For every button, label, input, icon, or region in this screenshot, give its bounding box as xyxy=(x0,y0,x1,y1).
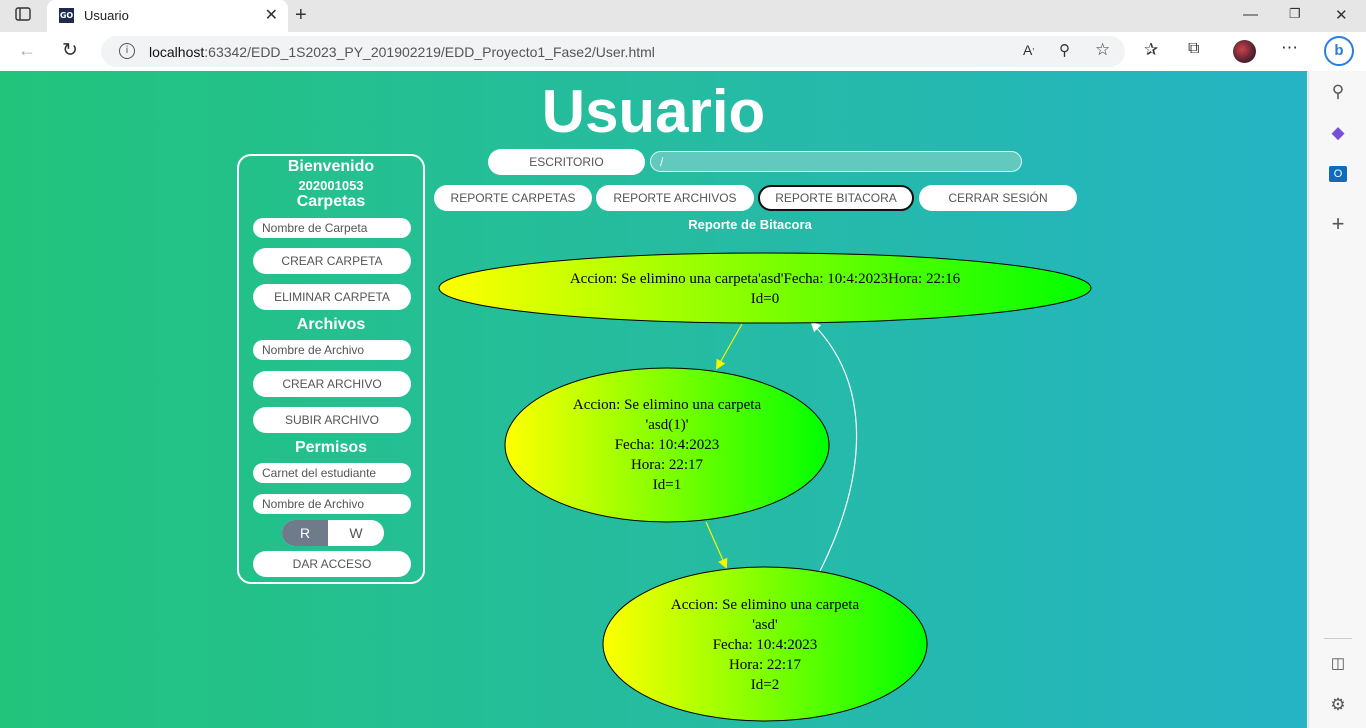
tab-favicon: GO xyxy=(59,8,74,23)
log-node-1: Accion: Se elimino una carpeta 'asd(1)' … xyxy=(504,367,830,523)
tab-actions-icon[interactable] xyxy=(14,7,32,23)
read-aloud-icon[interactable]: Aʼ xyxy=(1023,42,1034,58)
minimize-icon[interactable]: — xyxy=(1243,6,1258,23)
refresh-icon[interactable]: ↻ xyxy=(62,39,78,62)
node-1-line-4: Id=1 xyxy=(653,477,681,493)
search-icon[interactable]: ⚲ xyxy=(1327,82,1349,104)
node-1-line-1: 'asd(1)' xyxy=(646,417,689,433)
browser-tab[interactable]: GO Usuario ✕ xyxy=(47,0,288,32)
url-host: localhost xyxy=(149,44,205,60)
url-path: :63342/EDD_1S2023_PY_201902219/EDD_Proye… xyxy=(204,44,655,60)
page-content: Usuario Bienvenido 202001053 Carpetas No… xyxy=(0,71,1307,728)
settings-icon[interactable]: ⚙ xyxy=(1327,695,1349,717)
sidebar-divider xyxy=(1324,638,1352,639)
log-node-2: Accion: Se elimino una carpeta 'asd' Fec… xyxy=(602,566,928,722)
add-icon[interactable]: + xyxy=(1327,211,1349,236)
node-2-line-4: Id=2 xyxy=(751,677,779,693)
office-icon[interactable]: ◆ xyxy=(1327,123,1349,145)
restore-icon[interactable]: ❐ xyxy=(1289,6,1301,22)
log-node-0: Accion: Se elimino una carpeta'asd'Fecha… xyxy=(438,252,1092,324)
node-1-line-3: Hora: 22:17 xyxy=(631,457,704,473)
new-tab-icon[interactable]: + xyxy=(295,4,307,27)
node-1-line-0: Accion: Se elimino una carpeta xyxy=(573,397,762,413)
zoom-icon[interactable]: ⚲ xyxy=(1059,41,1070,59)
address-bar-row: ← ↻ i localhost:63342/EDD_1S2023_PY_2019… xyxy=(0,32,1366,72)
node-2-line-2: Fecha: 10:4:2023 xyxy=(713,637,818,653)
collections-icon[interactable]: ⧉ xyxy=(1188,40,1199,58)
node-2-line-0: Accion: Se elimino una carpeta xyxy=(671,597,860,613)
more-options-icon[interactable]: ⋯ xyxy=(1281,38,1298,58)
url-field[interactable]: i localhost:63342/EDD_1S2023_PY_20190221… xyxy=(101,36,1125,67)
tab-title: Usuario xyxy=(84,8,129,23)
profile-avatar[interactable] xyxy=(1233,40,1256,63)
outlook-icon[interactable]: O xyxy=(1327,164,1349,186)
browser-tab-bar: GO Usuario ✕ + — ❐ ✕ xyxy=(0,0,1366,32)
close-window-icon[interactable]: ✕ xyxy=(1335,6,1348,24)
log-graph: Accion: Se elimino una carpeta 'asd' Fecha… xyxy=(438,252,1092,722)
site-info-icon[interactable]: i xyxy=(119,43,135,59)
url-text: localhost:63342/EDD_1S2023_PY_201902219/… xyxy=(149,44,655,60)
favorite-add-icon[interactable]: ☆ xyxy=(1095,40,1110,60)
node-0-line-1: Id=0 xyxy=(751,291,779,307)
node-0-line-0: Accion: Se elimino una carpeta'asd'Fecha… xyxy=(570,271,961,287)
back-icon[interactable]: ← xyxy=(18,40,36,61)
bing-chat-icon[interactable]: b xyxy=(1324,36,1354,66)
favorites-icon[interactable]: ✰ xyxy=(1144,40,1158,60)
hide-sidebar-icon[interactable]: ◫ xyxy=(1327,654,1349,676)
close-tab-icon[interactable]: ✕ xyxy=(265,5,278,25)
node-2-line-3: Hora: 22:17 xyxy=(729,657,802,673)
edge-1-2 xyxy=(705,521,728,569)
edge-0-1 xyxy=(716,323,743,370)
edge-sidebar: ⚲ ◆ O + ◫ ⚙ xyxy=(1308,71,1366,728)
node-1-line-2: Fecha: 10:4:2023 xyxy=(615,437,720,453)
node-2-line-1: 'asd' xyxy=(752,617,778,633)
